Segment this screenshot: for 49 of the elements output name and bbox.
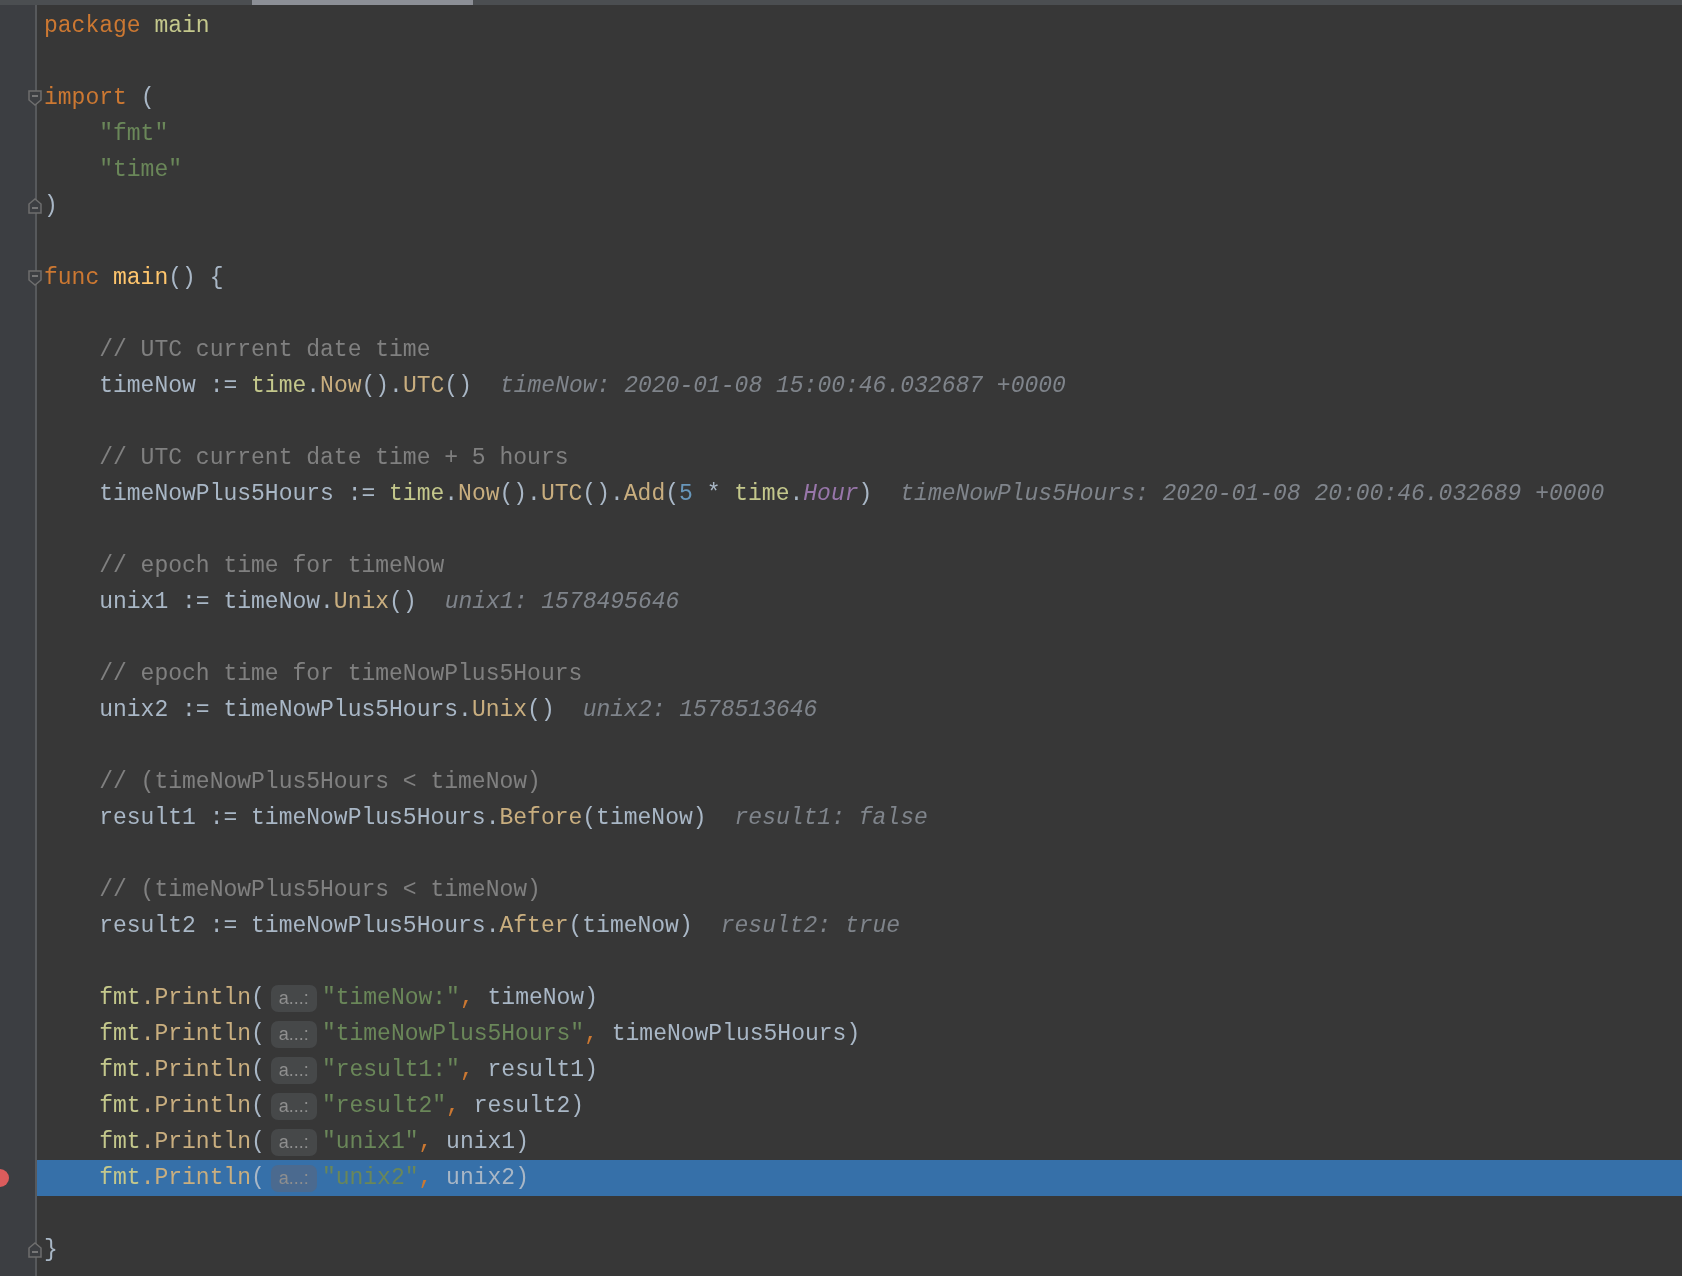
- code-text: fmt.Println(: [98, 1127, 265, 1157]
- fold-icon[interactable]: [28, 198, 42, 214]
- code-text: unix1 := timeNow.Unix(): [98, 587, 417, 617]
- code-text: timeNowPlus5Hours := time.Now().UTC().Add(5 * time.Hour): [98, 479, 873, 509]
- inline-value-hint: timeNowPlus5Hours: 2020-01-08 20:00:46.032689 +0000: [900, 479, 1605, 509]
- code-text: "unix1", unix1): [321, 1127, 529, 1157]
- code-text: fmt.Println(: [98, 1019, 265, 1049]
- code-text: result2 := timeNowPlus5Hours.After(timeNow): [98, 911, 693, 941]
- fold-icon[interactable]: [28, 1242, 42, 1258]
- code-text: fmt.Println(: [98, 1163, 265, 1193]
- parameter-hint: a...:: [270, 1128, 317, 1156]
- inline-value-hint: result2: true: [720, 911, 901, 941]
- code-text: "timeNow:", timeNow): [321, 983, 598, 1013]
- code-text: // epoch time for timeNow: [98, 551, 445, 581]
- inline-value-hint: result1: false: [734, 803, 928, 833]
- scrollbar-thumb[interactable]: [252, 0, 473, 5]
- parameter-hint: a...:: [270, 984, 317, 1012]
- code-text: unix2 := timeNowPlus5Hours.Unix(): [98, 695, 555, 725]
- code-text: "result1:", result1): [321, 1055, 598, 1085]
- code-text: result1 := timeNowPlus5Hours.Before(timeNow): [98, 803, 707, 833]
- code-text: // (timeNowPlus5Hours < timeNow): [98, 767, 541, 797]
- code-text: fmt.Println(: [98, 1091, 265, 1121]
- code-text: // (timeNowPlus5Hours < timeNow): [98, 875, 541, 905]
- code-text: // UTC current date time + 5 hours: [98, 443, 569, 473]
- parameter-hint: a...:: [270, 1020, 317, 1048]
- code-text: // epoch time for timeNowPlus5Hours: [98, 659, 583, 689]
- code-text: "timeNowPlus5Hours", timeNowPlus5Hours): [321, 1019, 861, 1049]
- code-text: // UTC current date time: [98, 335, 431, 365]
- parameter-hint: a...:: [270, 1092, 317, 1120]
- code-text: "result2", result2): [321, 1091, 585, 1121]
- inline-value-hint: unix1: 1578495646: [444, 587, 680, 617]
- inline-value-hint: unix2: 1578513646: [582, 695, 818, 725]
- breakpoint-icon[interactable]: [0, 1169, 9, 1187]
- code-text: fmt.Println(: [98, 983, 265, 1013]
- code-text: func main() {: [44, 263, 224, 293]
- code-text: "unix2", unix2): [321, 1163, 529, 1193]
- code-text: timeNow := time.Now().UTC(): [98, 371, 472, 401]
- code-text: import (: [44, 83, 155, 113]
- code-text: package main: [44, 11, 210, 41]
- fold-icon[interactable]: [28, 90, 42, 106]
- code-text: fmt.Println(: [98, 1055, 265, 1085]
- code-text: "time": [98, 155, 183, 185]
- code-text: ): [44, 191, 58, 221]
- parameter-hint: a...:: [270, 1056, 317, 1084]
- fold-icon[interactable]: [28, 270, 42, 286]
- parameter-hint: a...:: [270, 1164, 317, 1192]
- code-text: }: [44, 1235, 58, 1265]
- code-text: "fmt": [98, 119, 169, 149]
- inline-value-hint: timeNow: 2020-01-08 15:00:46.032687 +0000: [499, 371, 1066, 401]
